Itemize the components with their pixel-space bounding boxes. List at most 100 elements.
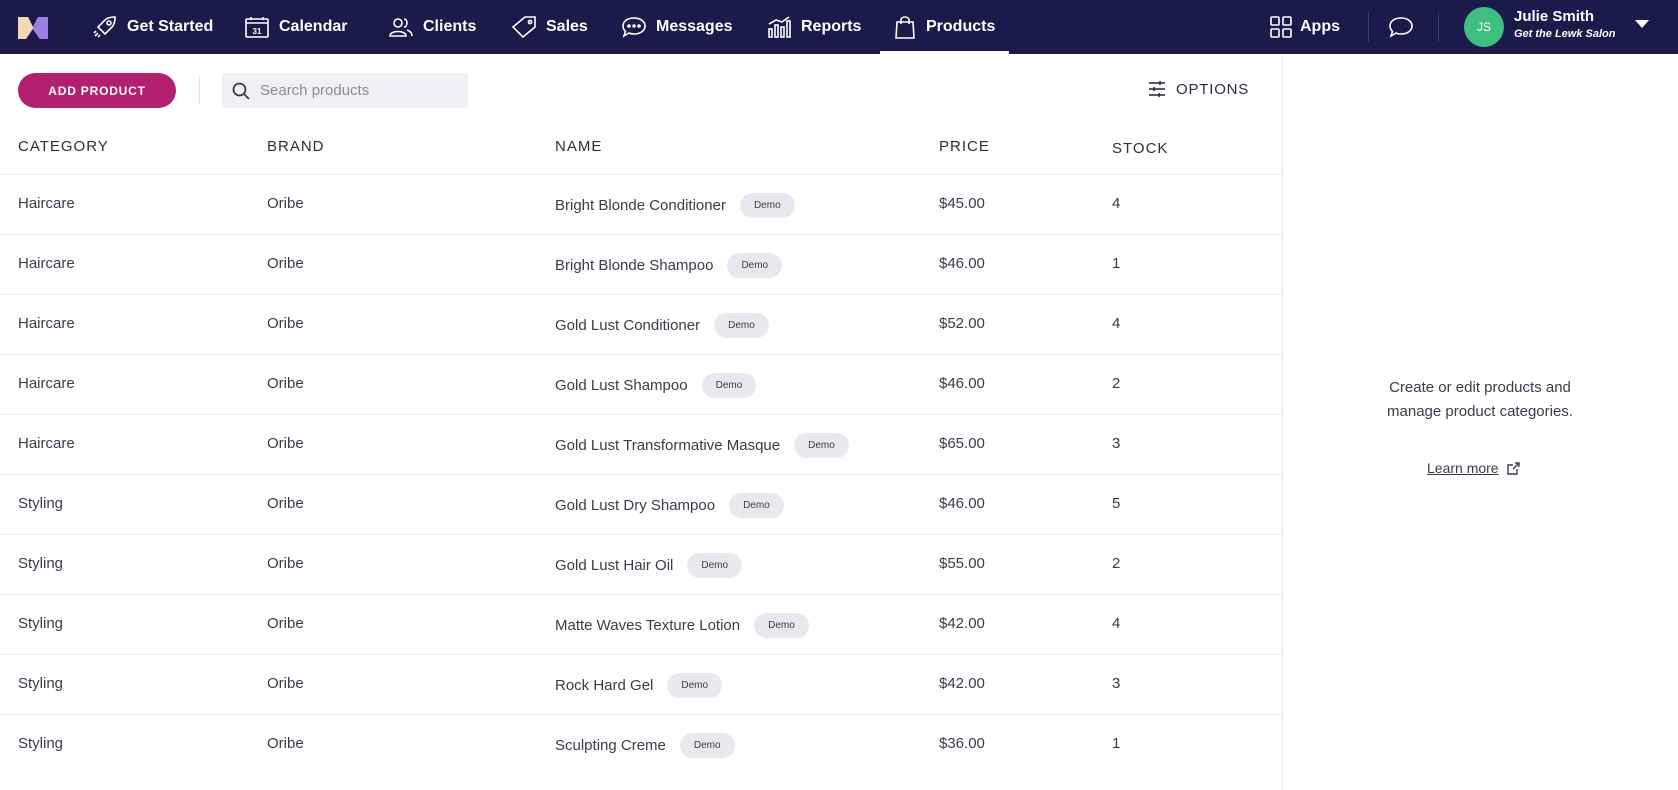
product-name: Matte Waves Texture Lotion [555,616,741,634]
cell-category: Styling [18,675,64,692]
cell-brand: Oribe [267,435,304,452]
cell-stock: 3 [1112,435,1121,452]
nav-label: Clients [423,18,477,35]
search-icon [232,82,250,100]
sliders-icon [1149,81,1165,97]
product-name: Rock Hard Gel [555,676,654,694]
header-price[interactable]: PRICE [939,138,990,155]
table-row[interactable]: Styling Oribe $55.00 2 Gold Lust Hair Oil Dem… [0,534,1282,594]
nav-get-started[interactable]: Get Started [93,0,213,54]
nav-sales[interactable]: Sales [512,0,588,54]
cell-price: $52.00 [939,315,985,332]
demo-badge: Demo [714,312,769,338]
demo-badge: Demo [667,672,723,698]
nav-divider [1438,12,1439,42]
table-row[interactable]: Styling Oribe $46.00 5 Gold Lust Dry Shampoo… [0,474,1282,534]
nav-messages[interactable]: Messages [622,0,733,54]
cell-category: Styling [18,615,64,632]
product-name: Sculpting Creme [555,736,666,754]
cell-brand: Oribe [267,495,304,512]
add-product-button[interactable]: ADD PRODUCT [18,73,176,108]
cell-name: Matte Waves Texture Lotion Demo [555,609,809,641]
demo-badge: Demo [701,372,757,398]
options-button[interactable]: OPTIONS [1148,80,1249,98]
cell-name: Sculpting Creme Demo [555,729,735,761]
demo-badge: Demo [739,192,795,218]
demo-badge: Demo [754,612,809,638]
table-row[interactable]: Haircare Oribe $45.00 4 Bright Blonde Condit… [0,174,1282,234]
apps-button[interactable]: Apps [1270,0,1340,54]
clients-icon [389,18,413,37]
cell-price: $46.00 [939,255,985,272]
demo-badge: Demo [794,432,849,458]
cell-name: Bright Blonde Shampoo Demo [555,249,783,281]
user-salon[interactable]: Get the Lewk Salon [1514,28,1615,40]
cell-stock: 1 [1112,735,1121,752]
table-row[interactable]: Haircare Oribe $46.00 1 Bright Blonde Shampo… [0,234,1282,294]
cell-name: Gold Lust Conditioner Demo [555,309,769,341]
cell-price: $42.00 [939,615,985,632]
cell-price: $45.00 [939,195,985,212]
cell-price: $55.00 [939,555,985,572]
demo-badge: Demo [729,492,784,518]
panel-description: Create or edit products and manage produ… [1300,376,1660,424]
apps-label: Apps [1300,18,1340,35]
cell-brand: Oribe [267,675,304,692]
header-category[interactable]: CATEGORY [18,138,109,155]
panel-line-2: manage product categories. [1387,403,1573,420]
cell-category: Haircare [18,195,75,212]
search-input[interactable] [260,82,460,99]
cell-category: Styling [18,495,64,512]
cell-category: Haircare [18,375,75,392]
cell-stock: 2 [1112,375,1121,392]
external-link-icon [1506,461,1520,475]
toolbar-divider [199,76,200,104]
table-header: CATEGORY BRAND NAME PRICE STOCK [0,118,1282,174]
table-row[interactable]: Styling Oribe $42.00 3 Rock Hard Gel Demo [0,654,1282,714]
cell-name: Rock Hard Gel Demo [555,669,723,701]
header-brand[interactable]: BRAND [267,138,325,155]
cell-category: Haircare [18,315,75,332]
logo-icon[interactable] [16,13,50,41]
table-row[interactable]: Haircare Oribe $52.00 4 Gold Lust Conditione… [0,294,1282,354]
products-table: CATEGORY BRAND NAME PRICE STOCK Haircare… [0,118,1282,774]
nav-products[interactable]: Products [879,0,1010,54]
panel-line-1: Create or edit products and [1389,379,1571,396]
header-stock[interactable]: STOCK [1112,140,1168,157]
table-row[interactable]: Styling Oribe $42.00 4 Matte Waves Texture L… [0,594,1282,654]
table-row[interactable]: Haircare Oribe $65.00 3 Gold Lust Transforma… [0,414,1282,474]
cell-name: Gold Lust Hair Oil Demo [555,549,743,581]
cell-category: Haircare [18,255,75,272]
product-name: Bright Blonde Shampoo [555,256,714,274]
nav-divider [1368,12,1369,42]
nav-label: Products [926,18,996,35]
user-name[interactable]: Julie Smith [1514,8,1594,25]
cell-stock: 1 [1112,255,1121,272]
search-box[interactable] [222,73,468,108]
product-name: Gold Lust Shampoo [555,376,688,394]
table-row[interactable]: Styling Oribe $36.00 1 Sculpting Creme Demo [0,714,1282,774]
cell-brand: Oribe [267,615,304,632]
product-name: Gold Lust Dry Shampoo [555,496,716,514]
nav-calendar[interactable]: 31 Calendar [245,0,347,54]
nav-clients[interactable]: Clients [389,0,476,54]
table-row[interactable]: Haircare Oribe $46.00 2 Gold Lust Shampoo Dem… [0,354,1282,414]
cell-brand: Oribe [267,315,304,332]
options-label: OPTIONS [1176,80,1250,98]
nav-reports[interactable]: Reports [767,0,861,54]
cell-category: Haircare [18,435,75,452]
cell-stock: 4 [1112,315,1121,332]
tag-icon [512,16,536,38]
grid-icon [1270,16,1292,38]
cell-brand: Oribe [267,255,304,272]
cell-category: Styling [18,735,64,752]
cell-stock: 5 [1112,495,1121,512]
chevron-down-icon[interactable] [1635,20,1649,28]
cell-name: Gold Lust Dry Shampoo Demo [555,489,784,521]
chat-button[interactable] [1388,14,1414,40]
cell-price: $65.00 [939,435,985,452]
svg-text:31: 31 [253,27,262,36]
avatar[interactable]: JS [1464,7,1504,47]
header-name[interactable]: NAME [555,138,602,155]
learn-more-link[interactable]: Learn more [1427,460,1520,476]
